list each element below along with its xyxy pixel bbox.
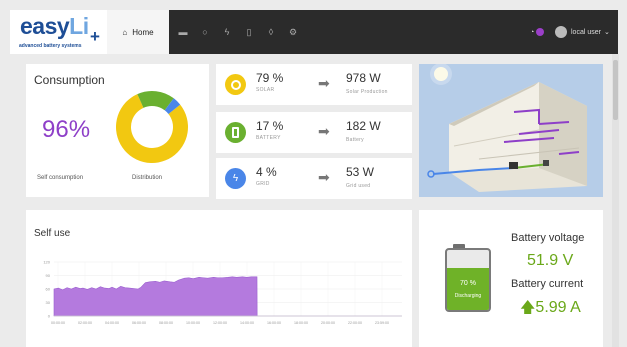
grid-subtext: Grid used bbox=[346, 183, 371, 189]
self-use-area bbox=[53, 276, 402, 317]
user-menu[interactable]: local user ⌄ bbox=[555, 23, 610, 41]
x-tick-label: 23:59:00 bbox=[375, 321, 389, 325]
consumption-card: Consumption 96% Self consumption Distrib… bbox=[26, 64, 209, 197]
arrow-right-icon: ➡ bbox=[318, 75, 330, 91]
bell-icon: ◔ bbox=[530, 28, 535, 36]
logo-subtitle: advanced battery systems bbox=[19, 43, 82, 49]
sun-icon bbox=[225, 74, 246, 95]
battery-gauge: 70 % Discharging bbox=[445, 248, 491, 312]
notifications[interactable]: ◔ bbox=[530, 23, 545, 41]
battery-voltage-label: Battery voltage bbox=[511, 232, 585, 244]
location-pin-icon[interactable]: ◊ bbox=[265, 26, 277, 38]
arrow-right-icon: ➡ bbox=[318, 123, 330, 139]
consumption-title: Consumption bbox=[34, 73, 105, 87]
self-use-chart: 120 90 60 30 000:00:00 02:00:00 04:00:00 06:00:… bbox=[43, 260, 402, 325]
x-tick-label: 10:00:00 bbox=[186, 321, 200, 325]
y-tick-label: 90 bbox=[46, 273, 51, 278]
self-consumption-percent: 96% bbox=[42, 116, 91, 143]
distribution-donut bbox=[116, 90, 189, 163]
x-tick-label: 22:00:00 bbox=[348, 321, 362, 325]
battery-fill: 70 % Discharging bbox=[447, 268, 489, 310]
solar-percent: 79 % bbox=[256, 71, 284, 85]
y-tick-label: 60 bbox=[46, 287, 51, 292]
x-tick-label: 06:00:00 bbox=[132, 321, 146, 325]
solar-value: 978 W bbox=[346, 71, 381, 85]
x-tick-label: 12:00:00 bbox=[213, 321, 227, 325]
battery-icon[interactable]: ▯ bbox=[243, 26, 255, 38]
notification-badge bbox=[536, 28, 545, 36]
scrollbar-thumb[interactable] bbox=[613, 60, 618, 120]
solar-label: SOLAR bbox=[256, 87, 275, 93]
x-tick-label: 08:00:00 bbox=[159, 321, 173, 325]
y-tick-label: 0 bbox=[48, 314, 51, 319]
plug-icon: ϟ bbox=[225, 168, 246, 189]
x-tick-label: 00:00:00 bbox=[51, 321, 65, 325]
x-tick-label: 20:00:00 bbox=[321, 321, 335, 325]
battery-state-text: Discharging bbox=[454, 292, 482, 299]
avatar bbox=[555, 26, 567, 38]
battery-voltage-value: 51.9 V bbox=[527, 252, 574, 269]
battery-status-card: 70 % Discharging Battery voltage 51.9 V … bbox=[419, 210, 603, 347]
circle-icon[interactable]: ○ bbox=[199, 26, 211, 38]
nav-tab-home[interactable]: ⌂ Home bbox=[107, 10, 169, 54]
house-illustration bbox=[419, 64, 603, 197]
battery-current-value: 5.99 A bbox=[535, 299, 581, 316]
battery-current-label: Battery current bbox=[511, 278, 584, 290]
brand-logo[interactable]: easyLi + advanced battery systems bbox=[10, 10, 107, 54]
self-use-card: Self use 120 90 60 30 0 00:00:00 02:00:00 04:00… bbox=[26, 210, 412, 347]
x-tick-label: 14:00:00 bbox=[240, 321, 254, 325]
x-tick-label: 16:00:00 bbox=[267, 321, 281, 325]
x-tick-label: 02:00:00 bbox=[78, 321, 92, 325]
solar-stat-card: 79 % SOLAR ➡ 978 W Solar Production bbox=[216, 64, 412, 105]
solar-subtext: Solar Production bbox=[346, 89, 388, 95]
home-icon: ⌂ bbox=[122, 27, 128, 37]
battery-value: 182 W bbox=[346, 119, 381, 133]
top-navbar: easyLi + advanced battery systems ⌂ Home… bbox=[10, 10, 618, 54]
grid-percent: 4 % bbox=[256, 165, 277, 179]
battery-percent: 17 % bbox=[256, 119, 284, 133]
solar-panel-icon[interactable]: ▬ bbox=[177, 26, 189, 38]
arrow-right-icon: ➡ bbox=[318, 169, 330, 185]
plug-icon[interactable]: ϟ bbox=[221, 26, 233, 38]
house-drawing bbox=[427, 64, 587, 192]
self-consumption-label: Self consumption bbox=[37, 175, 84, 181]
y-tick-label: 30 bbox=[46, 300, 51, 305]
x-tick-label: 18:00:00 bbox=[294, 321, 308, 325]
y-tick-label: 120 bbox=[43, 260, 50, 265]
battery-current-display: 🡅5.99 A bbox=[520, 297, 581, 322]
grid-label: GRID bbox=[256, 181, 270, 187]
user-name: local user bbox=[571, 28, 601, 36]
grid-value: 53 W bbox=[346, 165, 375, 179]
arrow-up-icon: 🡅 bbox=[520, 299, 536, 316]
page-scrollbar[interactable] bbox=[612, 54, 619, 347]
chevron-down-icon: ⌄ bbox=[603, 29, 610, 36]
logo-wordmark: easyLi bbox=[20, 13, 89, 39]
battery-stat-card: 17 % BATTERY ➡ 182 W Battery bbox=[216, 112, 412, 153]
nav-home-label: Home bbox=[132, 27, 154, 37]
settings-icon[interactable]: ⚙ bbox=[287, 26, 299, 38]
battery-level-text: 70 % bbox=[460, 279, 476, 287]
logo-plus: + bbox=[90, 27, 100, 46]
grid-stat-card: ϟ 4 % GRID ➡ 53 W Grid used bbox=[216, 158, 412, 199]
battery-label: BATTERY bbox=[256, 135, 281, 141]
battery-icon bbox=[225, 122, 246, 143]
x-tick-label: 04:00:00 bbox=[105, 321, 119, 325]
battery-subtext: Battery bbox=[346, 137, 364, 143]
distribution-label: Distribution bbox=[132, 175, 163, 181]
